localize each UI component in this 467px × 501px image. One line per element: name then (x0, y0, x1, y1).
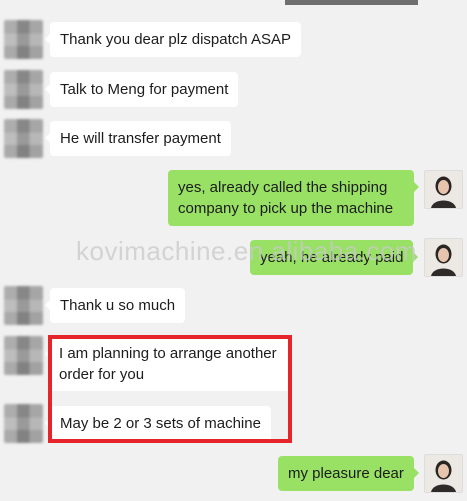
user-avatar[interactable] (424, 170, 463, 209)
user-avatar[interactable] (424, 238, 463, 277)
message-bubble-incoming: Talk to Meng for payment (44, 72, 239, 107)
top-bar-strip (285, 0, 418, 5)
user-photo-icon (425, 171, 462, 208)
watermark-text: kovimachine.en.alibaba.com (76, 236, 418, 266)
highlight-annotation-box (48, 335, 292, 443)
message-bubble-incoming: Thank you dear plz dispatch ASAP (45, 22, 301, 57)
message-bubble-incoming: Thank u so much (44, 288, 186, 323)
contact-avatar[interactable] (4, 119, 43, 158)
user-photo-icon (425, 455, 462, 492)
user-photo-icon (425, 239, 462, 276)
contact-avatar[interactable] (4, 20, 43, 59)
contact-avatar[interactable] (4, 404, 43, 443)
contact-avatar[interactable] (4, 70, 43, 109)
message-bubble-incoming: He will transfer payment (45, 121, 231, 156)
message-bubble-outgoing: my pleasure dear (278, 456, 419, 491)
message-bubble-outgoing: yes, already called the shipping company… (168, 170, 419, 226)
contact-avatar[interactable] (4, 336, 43, 375)
contact-avatar[interactable] (4, 286, 43, 325)
user-avatar[interactable] (424, 454, 463, 493)
